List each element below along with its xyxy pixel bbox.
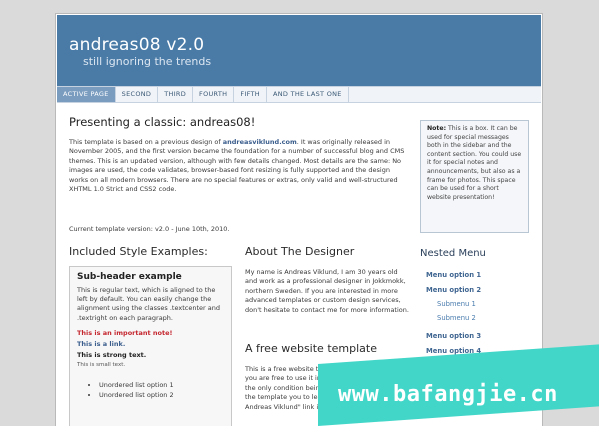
strong-text-example: This is strong text. [77, 350, 147, 359]
style-examples-box: Sub-header example This is regular text,… [69, 266, 232, 426]
example-link[interactable]: This is a link. [77, 340, 224, 348]
regular-text-example: This is regular text, which is aligned t… [77, 286, 220, 322]
site-title[interactable]: andreas08 v2.0 [69, 35, 204, 55]
main-title: Presenting a classic: andreas08! [69, 115, 256, 129]
main-intro-paragraph: This template is based on a previous des… [69, 138, 405, 194]
about-heading: About The Designer [245, 245, 355, 258]
list-item: Unordered list option 1 [99, 380, 224, 390]
submenu-1[interactable]: Submenu 1 [437, 300, 476, 308]
intro-text-end: . It was originally released in November… [69, 138, 405, 194]
important-note: This is an important note! [77, 328, 173, 337]
small-text-example: This is small text. [77, 361, 126, 368]
intro-text-start: This template is based on a previous des… [69, 138, 223, 146]
free-template-heading: A free website template [245, 342, 377, 355]
note-text: This is a box. It can be used for specia… [427, 125, 522, 201]
subheader-example: Sub-header example [77, 272, 182, 282]
note-box: Note: This is a box. It can be used for … [420, 120, 529, 233]
menu-option-2[interactable]: Menu option 2 [426, 286, 481, 294]
nav-second[interactable]: SECOND [116, 87, 159, 102]
list-item: Unordered list option 2 [99, 390, 224, 400]
andreasviklund-link[interactable]: andreasviklund.com [223, 138, 297, 146]
nav-last-one[interactable]: AND THE LAST ONE [267, 87, 349, 102]
nested-menu-title: Nested Menu [420, 248, 486, 259]
nav-fourth[interactable]: FOURTH [193, 87, 235, 102]
nav-fifth[interactable]: FIFTH [234, 87, 267, 102]
unordered-list: Unordered list option 1 Unordered list o… [77, 380, 224, 400]
menu-option-1[interactable]: Menu option 1 [426, 271, 481, 279]
nav-third[interactable]: THIRD [158, 87, 194, 102]
nav-active-page[interactable]: ACTIVE PAGE [57, 87, 116, 102]
main-navigation: ACTIVE PAGE SECOND THIRD FOURTH FIFTH AN… [57, 86, 541, 103]
style-examples-heading: Included Style Examples: [69, 245, 208, 258]
site-header: andreas08 v2.0 still ignoring the trends [57, 15, 541, 86]
note-label: Note: [427, 125, 447, 132]
menu-option-3[interactable]: Menu option 3 [426, 332, 481, 340]
site-slogan: still ignoring the trends [83, 55, 212, 68]
watermark-text: www.bafangjie.cn [338, 382, 558, 407]
submenu-2[interactable]: Submenu 2 [437, 314, 476, 322]
about-text: My name is Andreas Viklund, I am 30 year… [245, 268, 409, 314]
version-text: Current template version: v2.0 - June 10… [69, 225, 230, 233]
